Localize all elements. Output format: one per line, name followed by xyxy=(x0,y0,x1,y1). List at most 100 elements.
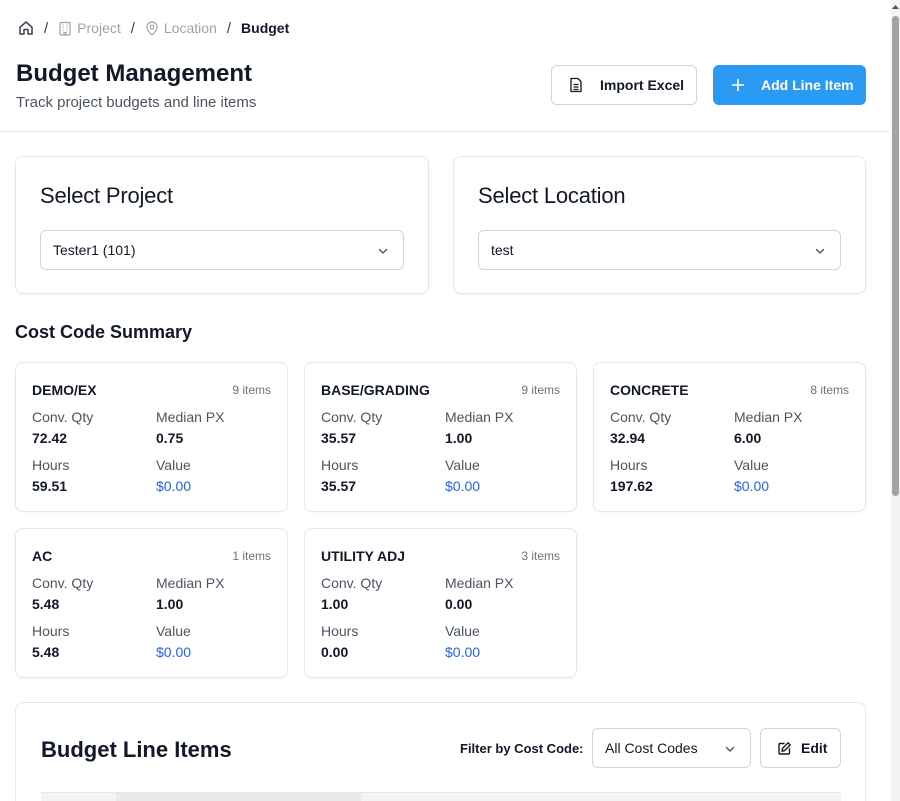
line-items-table-header xyxy=(41,792,841,801)
median-px-label: Median PX xyxy=(156,575,225,591)
hours-value: 197.62 xyxy=(610,478,653,494)
cost-code-item-count: 9 items xyxy=(232,383,271,397)
breadcrumb-home[interactable] xyxy=(18,20,34,36)
value-label: Value xyxy=(445,623,480,639)
cost-code-item-count: 9 items xyxy=(521,383,560,397)
conv-qty-label: Conv. Qty xyxy=(321,575,383,591)
value-label: Value xyxy=(734,457,769,473)
conv-qty-value: 35.57 xyxy=(321,430,357,446)
budget-line-items-title: Budget Line Items xyxy=(41,737,232,762)
cost-code-filter-value: All Cost Codes xyxy=(605,740,698,756)
chevron-down-icon xyxy=(815,248,825,254)
edit-icon xyxy=(778,741,791,755)
breadcrumb-location[interactable]: Location xyxy=(145,20,217,36)
page-subtitle: Track project budgets and line items xyxy=(16,94,257,111)
hours-label: Hours xyxy=(32,623,70,639)
hours-label: Hours xyxy=(610,457,648,473)
building-icon xyxy=(59,21,71,36)
cost-code-card[interactable]: CONCRETE 8 items Conv. Qty 32.94 Median … xyxy=(593,362,866,512)
median-px-label: Median PX xyxy=(445,409,514,425)
median-px-label: Median PX xyxy=(734,409,803,425)
chevron-down-icon xyxy=(725,746,735,752)
value-amount: $0.00 xyxy=(445,644,481,660)
hours-label: Hours xyxy=(321,623,359,639)
breadcrumb-project[interactable]: Project xyxy=(58,20,121,36)
header-divider xyxy=(0,131,890,132)
budget-line-items-card: Budget Line Items Filter by Cost Code: A… xyxy=(15,702,866,801)
select-project-title: Select Project xyxy=(40,183,173,208)
select-location-card: Select Location test xyxy=(453,156,866,294)
home-icon xyxy=(19,21,33,35)
cost-code-item-count: 3 items xyxy=(521,549,560,563)
value-label: Value xyxy=(156,457,191,473)
hours-value: 0.00 xyxy=(321,644,349,660)
scrollbar-thumb[interactable] xyxy=(892,16,899,496)
breadcrumb-project-label: Project xyxy=(77,20,121,36)
breadcrumb-separator: / xyxy=(130,19,135,37)
edit-label: Edit xyxy=(801,740,828,756)
hours-value: 59.51 xyxy=(32,478,68,494)
value-amount: $0.00 xyxy=(156,478,192,494)
filter-label: Filter by Cost Code: xyxy=(460,741,584,756)
value-amount: $0.00 xyxy=(734,478,770,494)
conv-qty-value: 5.48 xyxy=(32,596,60,612)
breadcrumb-budget: Budget xyxy=(241,20,290,36)
add-line-item-label: Add Line Item xyxy=(761,77,854,93)
cost-code-item-count: 1 items xyxy=(232,549,271,563)
conv-qty-label: Conv. Qty xyxy=(32,409,94,425)
cost-code-summary-title: Cost Code Summary xyxy=(15,322,193,342)
conv-qty-value: 72.42 xyxy=(32,430,68,446)
table-header-cell xyxy=(116,793,361,801)
value-label: Value xyxy=(445,457,480,473)
cost-code-filter-select[interactable]: All Cost Codes xyxy=(592,728,751,768)
cost-code-card[interactable]: BASE/GRADING 9 items Conv. Qty 35.57 Med… xyxy=(304,362,577,512)
median-px-label: Median PX xyxy=(445,575,514,591)
value-amount: $0.00 xyxy=(445,478,481,494)
cost-code-item-count: 8 items xyxy=(810,383,849,397)
page-title: Budget Management xyxy=(16,60,253,87)
conv-qty-value: 32.94 xyxy=(610,430,646,446)
location-select-value: test xyxy=(491,242,514,258)
hours-value: 35.57 xyxy=(321,478,357,494)
location-select[interactable]: test xyxy=(478,230,841,270)
value-label: Value xyxy=(156,623,191,639)
median-px-value: 1.00 xyxy=(156,596,184,612)
hours-label: Hours xyxy=(32,457,70,473)
conv-qty-label: Conv. Qty xyxy=(610,409,672,425)
edit-button[interactable]: Edit xyxy=(760,728,841,768)
cost-code-card[interactable]: UTILITY ADJ 3 items Conv. Qty 1.00 Media… xyxy=(304,528,577,678)
scroll-up-arrow-icon[interactable] xyxy=(891,3,900,11)
add-line-item-button[interactable]: Add Line Item xyxy=(713,65,866,105)
cost-code-name: CONCRETE xyxy=(610,382,689,398)
conv-qty-value: 1.00 xyxy=(321,596,349,612)
breadcrumb-location-label: Location xyxy=(163,20,217,36)
median-px-value: 6.00 xyxy=(734,430,762,446)
plus-icon xyxy=(731,78,745,92)
cost-code-card[interactable]: DEMO/EX 9 items Conv. Qty 72.42 Median P… xyxy=(15,362,288,512)
hours-value: 5.48 xyxy=(32,644,60,660)
conv-qty-label: Conv. Qty xyxy=(321,409,383,425)
median-px-value: 0.75 xyxy=(156,430,184,446)
select-location-title: Select Location xyxy=(478,183,626,208)
median-px-value: 0.00 xyxy=(445,596,473,612)
cost-code-name: AC xyxy=(32,548,53,564)
cost-code-name: BASE/GRADING xyxy=(321,382,430,398)
breadcrumb: / Project / Location / Budget xyxy=(18,18,289,38)
page-scrollbar[interactable] xyxy=(891,0,900,801)
breadcrumb-separator: / xyxy=(44,19,49,37)
median-px-value: 1.00 xyxy=(445,430,473,446)
chevron-down-icon xyxy=(378,248,388,254)
import-excel-button[interactable]: Import Excel xyxy=(551,65,697,105)
cost-code-name: DEMO/EX xyxy=(32,382,97,398)
conv-qty-label: Conv. Qty xyxy=(32,575,94,591)
spreadsheet-file-icon xyxy=(570,77,582,93)
project-select-value: Tester1 (101) xyxy=(53,242,136,258)
median-px-label: Median PX xyxy=(156,409,225,425)
project-select[interactable]: Tester1 (101) xyxy=(40,230,404,270)
import-excel-label: Import Excel xyxy=(600,77,685,93)
cost-code-card[interactable]: AC 1 items Conv. Qty 5.48 Median PX 1.00… xyxy=(15,528,288,678)
select-project-card: Select Project Tester1 (101) xyxy=(15,156,429,294)
map-pin-icon xyxy=(146,20,158,36)
breadcrumb-separator: / xyxy=(226,19,232,37)
cost-code-name: UTILITY ADJ xyxy=(321,548,406,564)
